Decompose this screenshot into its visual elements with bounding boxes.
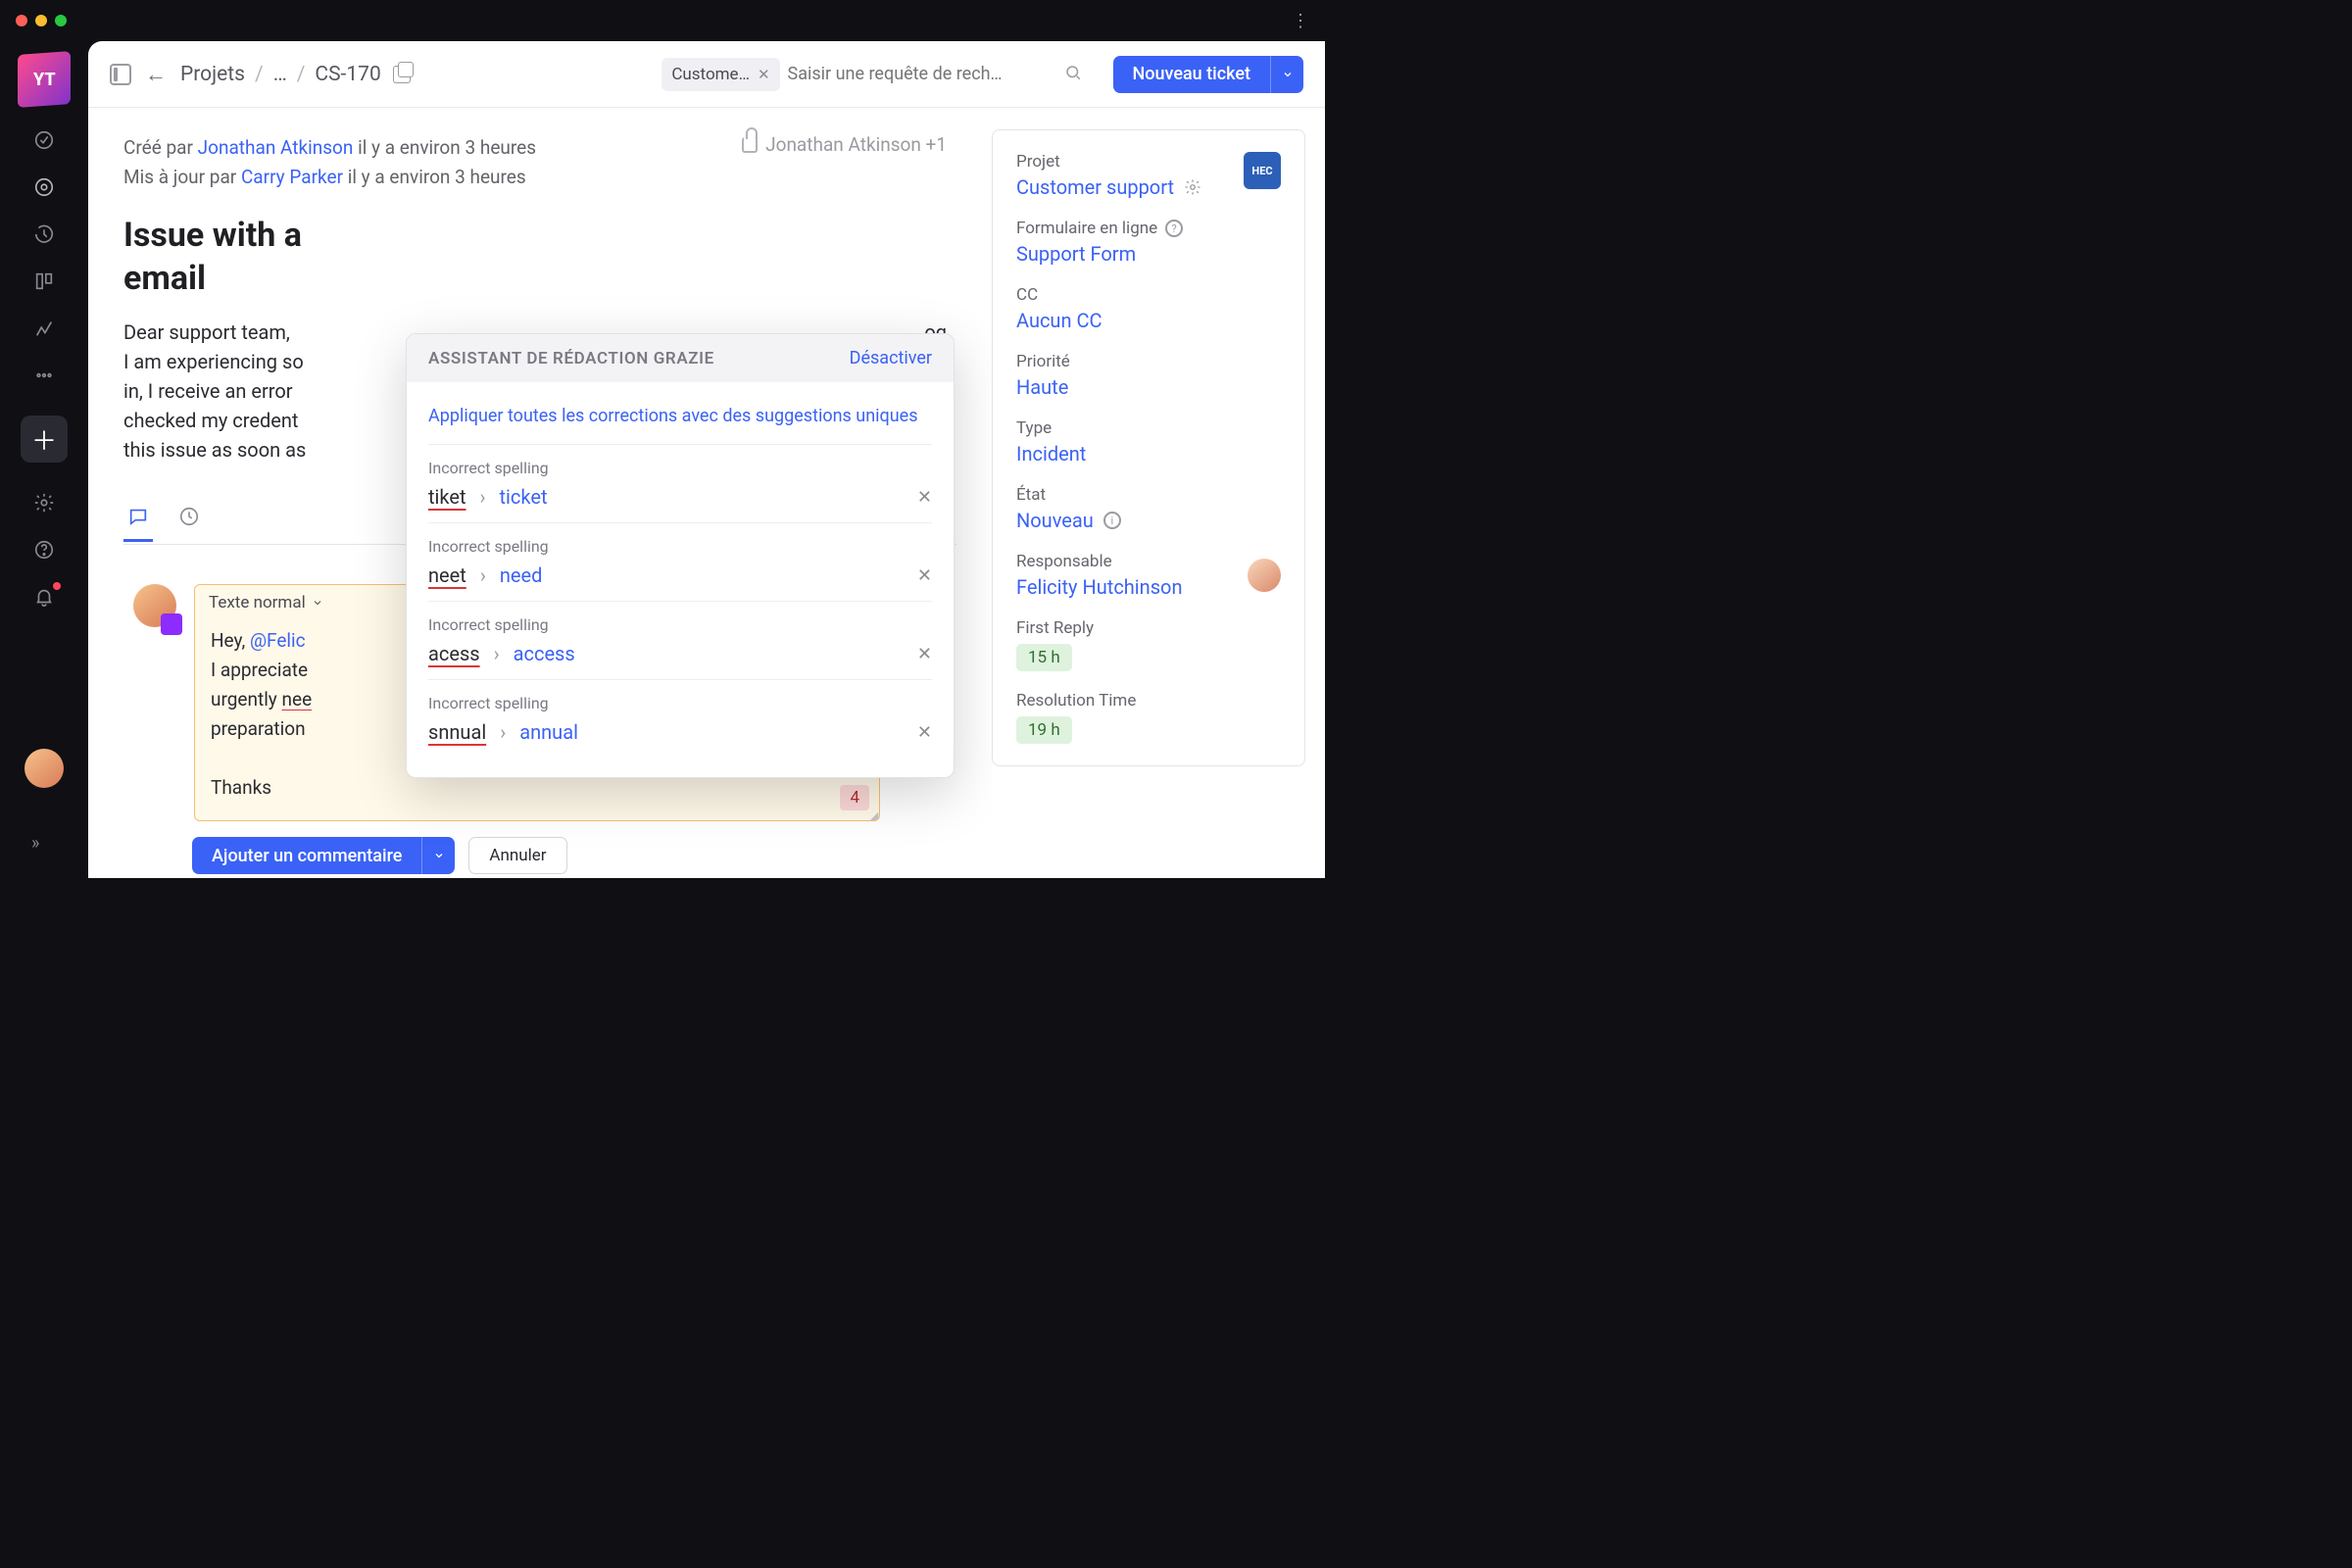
- breadcrumb: Projets / … / CS-170: [180, 63, 411, 86]
- field-label-project: Projet: [1016, 152, 1201, 172]
- disable-assistant-link[interactable]: Désactiver: [850, 348, 932, 368]
- ticket-pane: Jonathan Atkinson +1 Créé par Jonathan A…: [88, 108, 992, 878]
- chip-remove-icon[interactable]: ✕: [758, 66, 770, 83]
- chevron-down-icon[interactable]: [312, 597, 323, 609]
- error-count-badge[interactable]: 4: [840, 785, 869, 810]
- visibility-indicator[interactable]: Jonathan Atkinson +1: [742, 133, 947, 156]
- field-label-priority: Priorité: [1016, 352, 1281, 371]
- copy-link-icon[interactable]: [393, 66, 411, 83]
- board-icon[interactable]: [31, 269, 57, 294]
- first-reply-badge: 15 h: [1016, 644, 1072, 671]
- cancel-button[interactable]: Annuler: [468, 837, 566, 874]
- dismiss-suggestion-icon[interactable]: ✕: [917, 644, 932, 664]
- window-maximize-icon[interactable]: [55, 15, 67, 26]
- current-user-avatar[interactable]: [24, 749, 64, 788]
- app-logo[interactable]: YT: [18, 51, 71, 108]
- form-value[interactable]: Support Form: [1016, 242, 1281, 266]
- apply-suggestion-link[interactable]: annual: [519, 720, 578, 744]
- priority-value[interactable]: Haute: [1016, 375, 1281, 399]
- lock-icon: [742, 137, 758, 153]
- breadcrumb-root[interactable]: Projets: [180, 63, 245, 86]
- suggestion-item: Incorrect spelling snnual › annual ✕: [428, 679, 932, 758]
- add-comment-caret[interactable]: [421, 837, 455, 874]
- text-style-dropdown[interactable]: Texte normal: [209, 593, 306, 612]
- user-mention[interactable]: @Felic: [250, 629, 306, 652]
- kebab-menu-icon[interactable]: ⋮: [1292, 11, 1309, 31]
- arrow-right-icon: ›: [500, 720, 506, 744]
- ticket-description: Dear support team, I am experiencing so …: [123, 318, 306, 465]
- notifications-icon[interactable]: [31, 584, 57, 610]
- apply-suggestion-link[interactable]: need: [500, 564, 543, 587]
- new-ticket-button[interactable]: Nouveau ticket: [1113, 56, 1270, 93]
- arrow-right-icon: ›: [480, 485, 486, 509]
- breadcrumb-ellipsis[interactable]: …: [273, 63, 287, 86]
- info-icon[interactable]: ?: [1165, 220, 1183, 237]
- dismiss-suggestion-icon[interactable]: ✕: [917, 565, 932, 586]
- field-label-type: Type: [1016, 418, 1281, 438]
- topbar: ← Projets / … / CS-170 Custome… ✕: [88, 41, 1325, 108]
- panel-toggle-icon[interactable]: [110, 64, 131, 85]
- resize-handle-icon[interactable]: ◢: [866, 808, 876, 817]
- apply-suggestion-link[interactable]: ticket: [500, 485, 548, 509]
- cc-value[interactable]: Aucun CC: [1016, 309, 1281, 332]
- settings-icon[interactable]: [31, 490, 57, 515]
- tab-comments[interactable]: [123, 498, 153, 542]
- commenter-avatar: [133, 584, 176, 627]
- assignee-value[interactable]: Felicity Hutchinson: [1016, 575, 1182, 599]
- updated-by-link[interactable]: Carry Parker: [241, 166, 343, 188]
- arrow-right-icon: ›: [494, 642, 500, 665]
- app-sidebar: YT ＋ »: [0, 41, 88, 878]
- apply-suggestion-link[interactable]: access: [514, 642, 575, 665]
- type-value[interactable]: Incident: [1016, 442, 1281, 466]
- suggestion-item: Incorrect spelling neet › need ✕: [428, 522, 932, 601]
- search-icon[interactable]: [1064, 64, 1082, 85]
- field-label-form: Formulaire en ligne ?: [1016, 219, 1281, 238]
- title-bar: ⋮: [0, 0, 1325, 41]
- dismiss-suggestion-icon[interactable]: ✕: [917, 722, 932, 743]
- field-label-resolution-time: Resolution Time: [1016, 691, 1281, 710]
- field-label-first-reply: First Reply: [1016, 618, 1281, 638]
- add-comment-button[interactable]: Ajouter un commentaire: [192, 837, 421, 874]
- window-minimize-icon[interactable]: [35, 15, 47, 26]
- tab-history[interactable]: [174, 498, 204, 542]
- ticket-details-panel: Projet Customer support HEC Formulaire e…: [992, 129, 1305, 766]
- project-link[interactable]: Customer support: [1016, 175, 1174, 199]
- created-by-link[interactable]: Jonathan Atkinson: [198, 136, 354, 159]
- suggestion-item: Incorrect spelling tiket › ticket ✕: [428, 444, 932, 522]
- project-avatar: HEC: [1244, 152, 1281, 189]
- field-label-state: État: [1016, 485, 1281, 505]
- search-input[interactable]: [788, 58, 1062, 91]
- ticket-title: Issue with aemail: [123, 214, 829, 300]
- window-close-icon[interactable]: [16, 15, 27, 26]
- activity-icon[interactable]: [31, 221, 57, 247]
- popup-title: ASSISTANT DE RÉDACTION GRAZIE: [428, 349, 714, 368]
- apply-all-link[interactable]: Appliquer toutes les corrections avec de…: [428, 398, 932, 444]
- info-icon[interactable]: i: [1103, 512, 1121, 529]
- project-settings-icon[interactable]: [1184, 178, 1201, 196]
- field-label-assignee: Responsable: [1016, 552, 1182, 571]
- back-button[interactable]: ←: [145, 62, 167, 87]
- breadcrumb-issue-id[interactable]: CS-170: [315, 63, 380, 86]
- dashboard-icon[interactable]: [31, 127, 57, 153]
- help-icon[interactable]: [31, 537, 57, 563]
- issues-icon[interactable]: [31, 174, 57, 200]
- search-filter-chip[interactable]: Custome… ✕: [662, 58, 779, 91]
- new-ticket-caret[interactable]: [1270, 56, 1303, 93]
- resolution-time-badge: 19 h: [1016, 716, 1072, 744]
- sidebar-expand-icon[interactable]: »: [31, 833, 57, 858]
- more-icon[interactable]: [31, 363, 57, 388]
- quick-add-button[interactable]: ＋: [21, 416, 68, 463]
- field-label-cc: CC: [1016, 285, 1281, 305]
- dismiss-suggestion-icon[interactable]: ✕: [917, 487, 932, 508]
- state-value[interactable]: Nouveau: [1016, 509, 1094, 532]
- assignee-avatar: [1248, 559, 1281, 592]
- writing-assistant-popup: ASSISTANT DE RÉDACTION GRAZIE Désactiver…: [406, 333, 955, 778]
- suggestion-item: Incorrect spelling acess › access ✕: [428, 601, 932, 679]
- reports-icon[interactable]: [31, 316, 57, 341]
- arrow-right-icon: ›: [480, 564, 486, 587]
